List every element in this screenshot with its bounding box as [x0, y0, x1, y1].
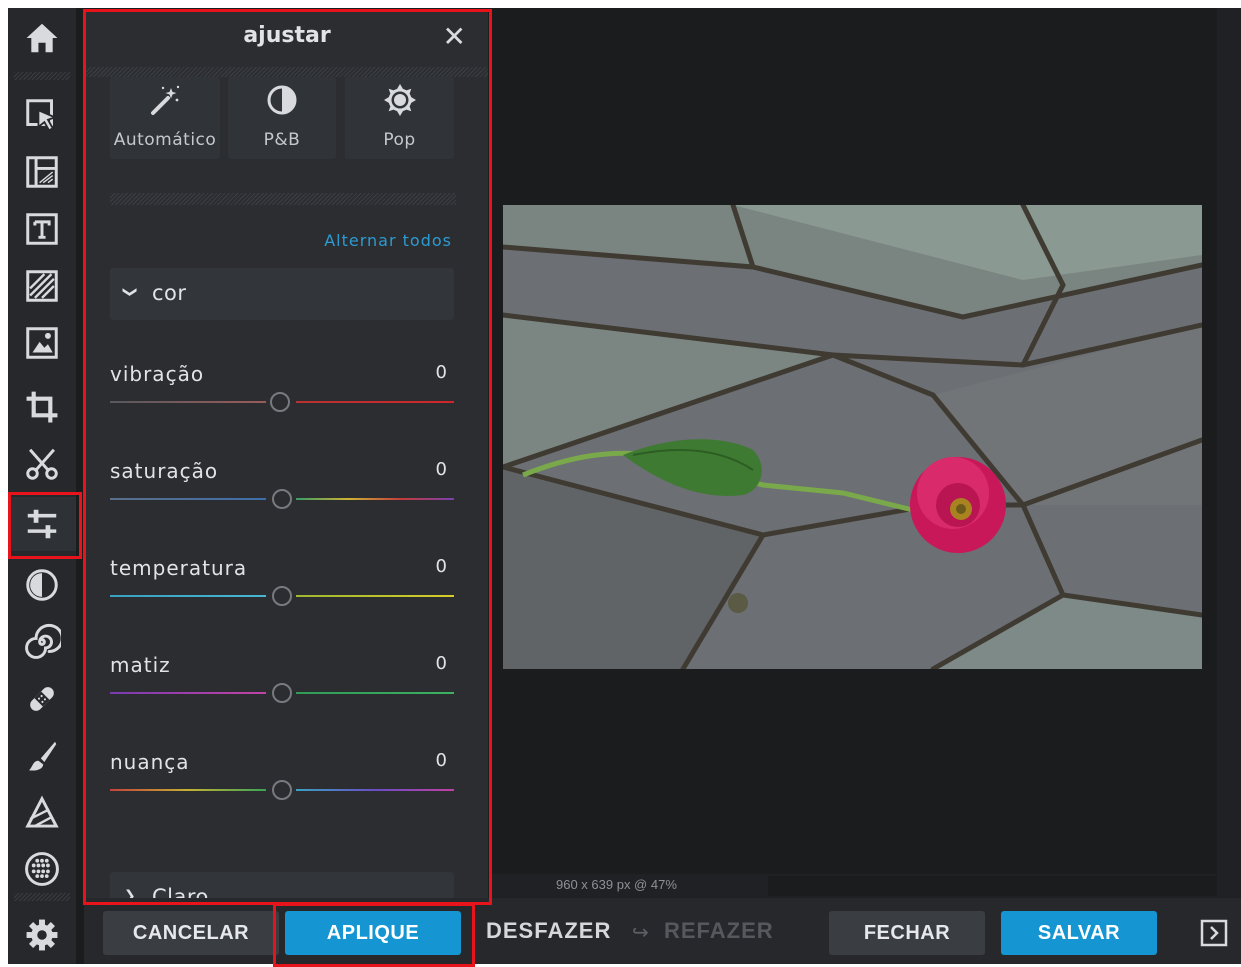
slider-value: 0	[435, 653, 447, 674]
preset-label: Automático	[113, 130, 217, 150]
save-button[interactable]: SALVAR	[1001, 911, 1157, 955]
edited-photo[interactable]	[503, 205, 1202, 669]
toggle-all-link[interactable]: Alternar todos	[324, 231, 452, 250]
effects-icon[interactable]	[8, 560, 76, 610]
contrast-icon	[267, 85, 297, 115]
slider-handle[interactable]	[272, 780, 292, 800]
redo-icon: ↪	[632, 920, 649, 944]
toolbar-divider	[14, 893, 70, 901]
slider-vibration: vibração 0	[110, 362, 454, 442]
slider-handle[interactable]	[272, 683, 292, 703]
section-label: cor	[152, 281, 187, 305]
chevron-down-icon: ❯	[121, 286, 138, 298]
vertical-scrollbar[interactable]	[1217, 8, 1241, 898]
adjust-icon[interactable]	[8, 497, 76, 551]
slider-track-left[interactable]	[110, 595, 266, 597]
slider-track-right[interactable]	[296, 595, 454, 597]
slider-temperature: temperatura 0	[110, 556, 454, 636]
panel-title: ajustar	[243, 23, 331, 48]
preset-label: P&B	[263, 130, 301, 150]
slider-track-right[interactable]	[296, 692, 454, 694]
redo-button[interactable]: REFAZER	[664, 918, 774, 944]
magic-wand-icon	[151, 85, 180, 115]
section-color-header[interactable]: ❯ cor	[110, 268, 454, 320]
slider-handle[interactable]	[272, 489, 292, 509]
preset-pop-button[interactable]: Pop	[345, 77, 454, 159]
slider-label: nuança	[110, 750, 190, 774]
slider-saturation: saturação 0	[110, 459, 454, 539]
overlay-icon[interactable]	[8, 261, 76, 311]
slider-track-left[interactable]	[110, 498, 266, 500]
slider-track-right[interactable]	[296, 401, 454, 403]
adjust-panel: ajustar ✕ Automático P&B Pop Alternar to…	[86, 12, 488, 900]
slider-hue: matiz 0	[110, 653, 454, 733]
undo-button[interactable]: DESFAZER	[486, 918, 611, 944]
slider-track-left[interactable]	[110, 401, 266, 403]
slider-handle[interactable]	[270, 392, 290, 412]
pattern-icon[interactable]	[8, 844, 76, 894]
distort-icon[interactable]	[8, 617, 76, 667]
sun-gear-icon	[383, 84, 416, 116]
heal-icon[interactable]	[8, 674, 76, 724]
slider-tint: nuança 0	[110, 750, 454, 830]
settings-icon[interactable]	[8, 910, 76, 960]
slider-value: 0	[435, 459, 447, 480]
slider-label: temperatura	[110, 556, 248, 580]
close-icon[interactable]: ✕	[443, 20, 466, 53]
close-button[interactable]: FECHAR	[829, 911, 985, 955]
preset-auto-button[interactable]: Automático	[110, 77, 220, 159]
slider-value: 0	[435, 750, 447, 771]
draw-icon[interactable]	[8, 788, 76, 838]
preset-label: Pop	[383, 130, 416, 150]
preset-bw-button[interactable]: P&B	[228, 77, 336, 159]
left-toolbar	[8, 8, 76, 964]
text-icon[interactable]	[8, 204, 76, 254]
paint-icon[interactable]	[8, 731, 76, 781]
layout-icon[interactable]	[8, 147, 76, 197]
panel-toggle-icon[interactable]	[1200, 919, 1228, 947]
cutout-icon[interactable]	[8, 439, 76, 489]
slider-track-right[interactable]	[296, 789, 454, 791]
slider-value: 0	[435, 556, 447, 577]
panel-divider	[86, 67, 488, 77]
crop-icon[interactable]	[8, 382, 76, 432]
select-icon[interactable]	[8, 90, 76, 140]
image-icon[interactable]	[8, 318, 76, 368]
section-light-header[interactable]: ❯ Claro	[110, 872, 454, 900]
panel-divider	[110, 193, 456, 205]
image-size-info: 960 x 639 px @ 47%	[556, 877, 677, 892]
slider-track-right[interactable]	[296, 498, 454, 500]
slider-value: 0	[435, 362, 447, 383]
cancel-button[interactable]: CANCELAR	[103, 911, 279, 955]
apply-button[interactable]: APLIQUE	[285, 911, 461, 955]
toolbar-divider	[14, 72, 70, 80]
home-icon[interactable]	[8, 13, 76, 63]
slider-label: saturação	[110, 459, 219, 483]
slider-track-left[interactable]	[110, 789, 266, 791]
slider-handle[interactable]	[272, 586, 292, 606]
slider-track-left[interactable]	[110, 692, 266, 694]
slider-label: vibração	[110, 362, 205, 386]
slider-label: matiz	[110, 653, 171, 677]
